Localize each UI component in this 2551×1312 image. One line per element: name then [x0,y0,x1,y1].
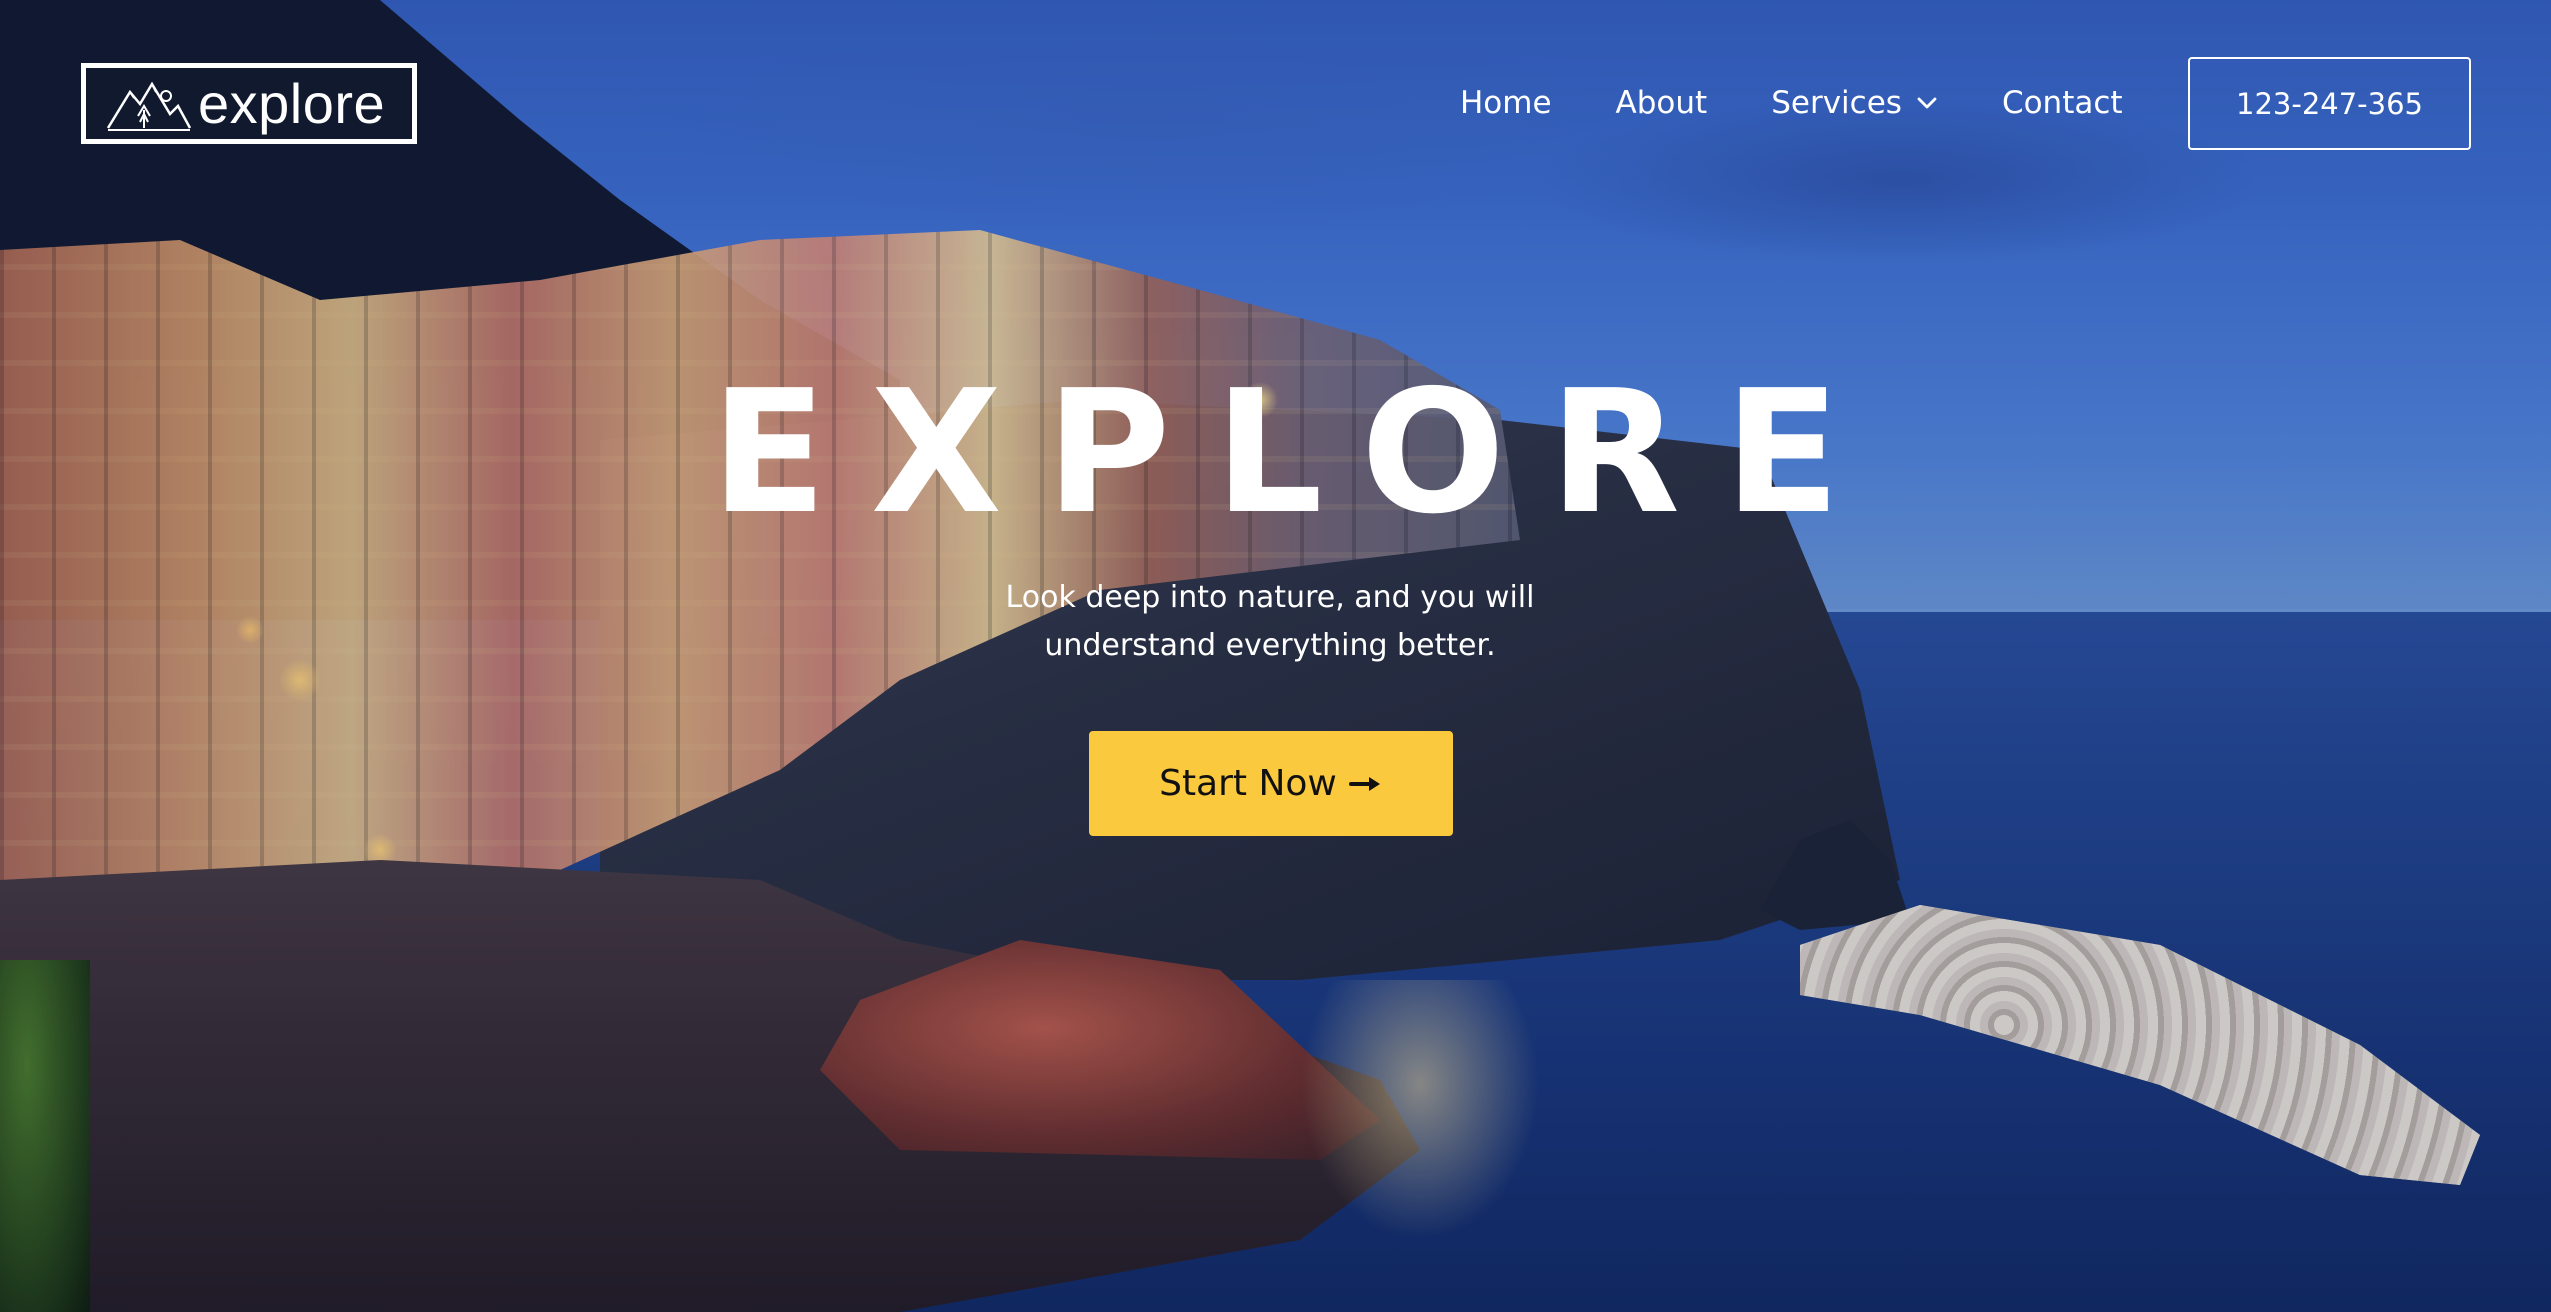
hero-subtitle-line-1: Look deep into nature, and you will [1005,580,1535,615]
arrow-right-icon [1348,776,1380,791]
hero-title: EXPLORE [710,354,1885,552]
logo-text: explore [198,71,386,135]
nav-item-services[interactable]: Services [1771,85,1938,121]
mountain-tree-icon [106,81,192,131]
chevron-down-icon [1917,97,1937,109]
nav-item-home[interactable]: Home [1460,85,1552,121]
hero-subtitle: Look deep into nature, and you will unde… [975,574,1565,670]
nav-item-contact[interactable]: Contact [2002,85,2123,121]
start-now-button[interactable]: Start Now [1089,731,1453,836]
nav-item-services-label: Services [1771,85,1902,121]
phone-button[interactable]: 123-247-365 [2188,57,2471,150]
hero-subtitle-line-2: understand everything better. [1044,628,1496,663]
site-logo[interactable]: explore [81,63,417,144]
start-now-label: Start Now [1159,763,1337,804]
nav-item-about[interactable]: About [1616,85,1708,121]
main-nav: Home About Services Contact [1460,78,2123,128]
